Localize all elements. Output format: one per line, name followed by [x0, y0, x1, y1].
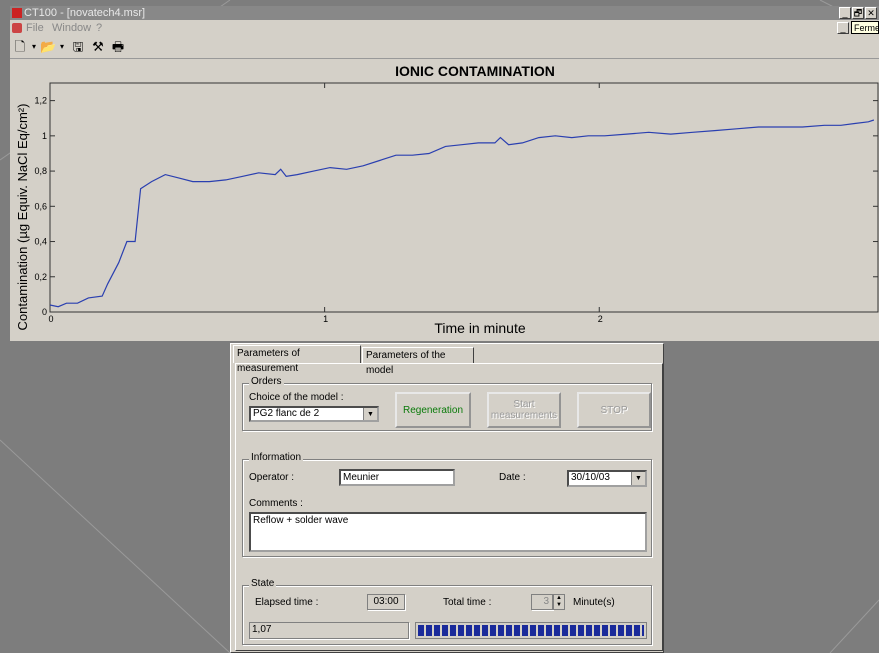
- total-time-input[interactable]: 3: [531, 594, 553, 610]
- menu-file[interactable]: File: [26, 20, 44, 36]
- model-select[interactable]: PG2 flanc de 2 ▼: [249, 406, 379, 422]
- contamination-chart: IONIC CONTAMINATION 0 0,2 0,4 0,6 0,8 1 1,2 0 1 2…: [15, 63, 879, 336]
- chart-title: IONIC CONTAMINATION: [395, 63, 555, 79]
- chevron-down-icon[interactable]: ▼: [363, 408, 377, 420]
- y-tick-label: 1,2: [34, 96, 47, 106]
- operator-label: Operator :: [249, 472, 295, 483]
- new-file-icon[interactable]: 🗋: [12, 39, 28, 55]
- save-icon[interactable]: 🖫: [70, 39, 86, 55]
- model-select-value: PG2 flanc de 2: [253, 408, 320, 419]
- elapsed-time-label: Elapsed time :: [255, 597, 319, 608]
- title-bar: CT100 - [novatech4.msr] _ 🗗 ✕: [10, 6, 879, 20]
- stop-button[interactable]: STOP: [577, 392, 651, 428]
- chart-area: IONIC CONTAMINATION 0 0,2 0,4 0,6 0,8 1 1,2 0 1 2…: [10, 59, 879, 341]
- chevron-down-icon[interactable]: ▼: [631, 472, 645, 485]
- y-tick-label: 0,4: [34, 237, 47, 247]
- print-icon[interactable]: 🖶: [110, 39, 126, 55]
- plot-frame: [49, 82, 879, 313]
- x-tick-label: 1: [323, 314, 328, 324]
- spin-up-icon[interactable]: ▲: [556, 595, 562, 601]
- contamination-reading: 1,07: [249, 622, 409, 639]
- toolbar: 🗋 ▾ 📂 ▾ 🖫 ⚒ 🖶: [10, 36, 879, 59]
- progress-fill: [418, 625, 644, 636]
- tab-parameters-of-measurement[interactable]: Parameters of measurement: [233, 345, 361, 374]
- comments-label: Comments :: [249, 498, 303, 509]
- y-axis-label: Contamination (µg Equiv. NaCl Eq/cm²): [15, 104, 30, 331]
- y-tick-label: 0,8: [34, 166, 47, 176]
- elapsed-time-value: 03:00: [367, 594, 405, 610]
- new-dropdown-icon[interactable]: ▾: [30, 39, 38, 55]
- information-legend: Information: [249, 452, 304, 463]
- menu-window[interactable]: Window: [52, 20, 91, 36]
- progress-bar: [415, 622, 647, 639]
- y-tick-label: 0,6: [34, 201, 47, 211]
- measurement-panel: Parameters of measurement Parameters of …: [230, 343, 664, 653]
- information-group: Information Operator : Meunier Date : 30…: [242, 452, 652, 557]
- open-dropdown-icon[interactable]: ▾: [58, 39, 66, 55]
- x-axis-label: Time in minute: [434, 320, 526, 336]
- minimize-button[interactable]: _: [839, 7, 851, 19]
- state-group: State Elapsed time : 03:00 Total time : …: [242, 578, 652, 645]
- orders-legend: Orders: [249, 376, 284, 387]
- close-tooltip: Fermer: [851, 21, 879, 34]
- app-icon: [12, 8, 22, 18]
- mdi-minimize-button[interactable]: _: [837, 22, 849, 34]
- state-legend: State: [249, 578, 277, 589]
- date-picker[interactable]: 30/10/03 ▼: [567, 470, 647, 487]
- total-time-label: Total time :: [443, 597, 492, 608]
- date-label: Date :: [499, 472, 526, 483]
- restore-button[interactable]: 🗗: [852, 7, 864, 19]
- operator-input[interactable]: Meunier: [339, 469, 455, 486]
- y-tick-label: 0,2: [34, 272, 47, 282]
- document-icon[interactable]: [12, 23, 22, 33]
- y-tick-label: 0: [42, 307, 47, 317]
- window-title: CT100 - [novatech4.msr]: [24, 7, 146, 19]
- model-label: Choice of the model :: [249, 392, 344, 403]
- total-time-spinner[interactable]: ▲ ▼: [553, 594, 565, 610]
- orders-group: Orders Choice of the model : PG2 flanc d…: [242, 376, 652, 431]
- menu-help[interactable]: ?: [96, 20, 102, 36]
- x-tick-label: 0: [48, 314, 53, 324]
- total-time-unit: Minute(s): [573, 597, 615, 608]
- comments-textarea[interactable]: Reflow + solder wave: [249, 512, 647, 552]
- tools-icon[interactable]: ⚒: [90, 39, 106, 55]
- tab-content: Orders Choice of the model : PG2 flanc d…: [235, 363, 663, 651]
- start-measurements-button[interactable]: Start measurements: [487, 392, 561, 428]
- close-button[interactable]: ✕: [865, 7, 877, 19]
- menu-bar: File Window ? _ Fermer: [10, 20, 879, 36]
- x-tick-label: 2: [598, 314, 603, 324]
- spin-down-icon[interactable]: ▼: [556, 602, 562, 608]
- date-value: 30/10/03: [571, 472, 610, 483]
- y-tick-label: 1: [42, 131, 47, 141]
- regeneration-button[interactable]: Regeneration: [395, 392, 471, 428]
- tab-parameters-of-the-model[interactable]: Parameters of the model: [362, 347, 474, 376]
- open-folder-icon[interactable]: 📂: [40, 39, 56, 55]
